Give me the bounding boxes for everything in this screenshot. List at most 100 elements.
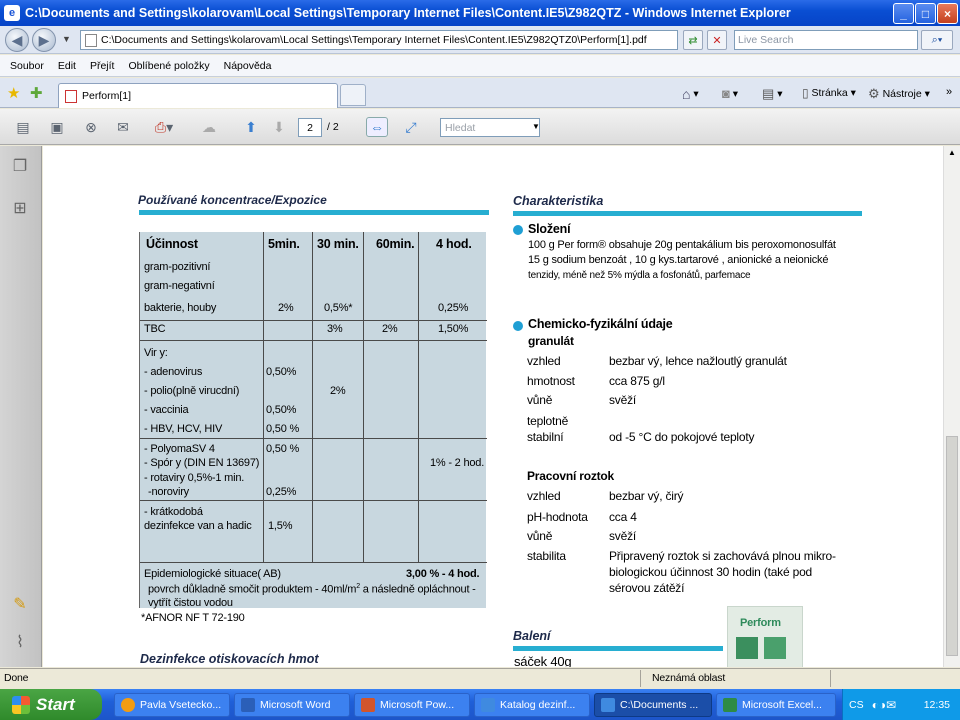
pdf-email-button[interactable]: ✉ [112, 117, 134, 137]
windows-logo-icon [12, 695, 30, 714]
col-4hod: 4 hod. [436, 237, 472, 251]
history-dropdown-icon[interactable]: ▼ [62, 34, 71, 44]
powerpoint-icon [361, 698, 375, 712]
close-button[interactable]: × [937, 3, 958, 24]
forward-button[interactable]: ▶ [32, 28, 56, 52]
stop-icon: ✕ [712, 34, 722, 47]
ie-icon [601, 698, 615, 712]
pages-panel-icon[interactable]: ❐ [9, 156, 31, 176]
granulat-title: granulát [528, 334, 574, 348]
search-button[interactable]: ⌕▾ [921, 30, 953, 50]
task-excel[interactable]: Microsoft Excel... [716, 693, 836, 717]
tab-perform[interactable]: Perform[1] [58, 83, 338, 108]
ie-icon: e [4, 5, 20, 21]
cell-noroviry: -noroviry [148, 486, 189, 498]
scroll-thumb[interactable] [946, 436, 958, 656]
window-title: C:\Documents and Settings\kolarovam\Loca… [25, 6, 791, 20]
bookmarks-panel-icon[interactable]: ⊞ [9, 198, 31, 218]
task-word[interactable]: Microsoft Word [234, 693, 350, 717]
product-image: Perform [727, 606, 803, 667]
pdf-file-icon [85, 33, 97, 47]
language-indicator[interactable]: CS [849, 699, 864, 711]
pdf-search-input[interactable]: Hledat [440, 118, 540, 137]
pdf-find-button[interactable]: ⊗ [80, 117, 102, 137]
slozeni-line1: 100 g Per form® obsahuje 20g pentakálium… [528, 239, 836, 251]
security-zone: Neznámá oblast [652, 672, 726, 684]
task-katalog[interactable]: Katalog dezinf... [474, 693, 590, 717]
task-powerpoint[interactable]: Microsoft Pow... [354, 693, 470, 717]
firefox-icon [121, 698, 135, 712]
refresh-icon: ⇄ [688, 34, 698, 47]
left-heading-bar [139, 210, 489, 215]
attachments-panel-icon[interactable]: ⌇ [9, 632, 31, 652]
home-button[interactable]: ⌂ ▾ [682, 86, 699, 102]
cell-tbc: TBC [144, 323, 166, 335]
pdf-export-button[interactable]: ⎙ ▾ [146, 117, 182, 137]
tray-icons[interactable]: ◐◑✉ [872, 698, 897, 712]
task-documents-active[interactable]: C:\Documents ... [594, 693, 712, 717]
prev-page-button[interactable]: ⬆ [240, 117, 262, 137]
next-page-button[interactable]: ⬇ [268, 117, 290, 137]
address-bar[interactable]: C:\Documents and Settings\kolarovam\Loca… [80, 30, 678, 50]
ie-icon [481, 698, 495, 712]
word-icon [241, 698, 255, 712]
printer-icon: ▤ [16, 118, 30, 135]
menu-oblibene[interactable]: Oblíbené položky [128, 60, 209, 72]
cell-adenovirus-5min: 0,50% [266, 366, 297, 378]
tools-menu[interactable]: ⚙ Nástroje ▾ [868, 86, 930, 102]
page-number-input[interactable]: 2 [298, 118, 322, 137]
vertical-scrollbar[interactable]: ▲ [943, 146, 960, 667]
pdf-annot-button[interactable]: ☁ [198, 117, 220, 137]
feeds-button[interactable]: ◙ ▾ [722, 86, 738, 101]
pdf-print-button[interactable]: ▤ [12, 117, 34, 137]
toolbar-overflow-icon[interactable]: » [946, 86, 952, 98]
cell-epi-value: 3,00 % - 4 hod. [406, 568, 480, 580]
fit-width-button[interactable]: ⇔ [366, 117, 388, 137]
cell-hbv-5min: 0,50 % [266, 423, 300, 435]
menu-edit[interactable]: Edit [58, 60, 76, 72]
bottom-heading: Dezinfekce otiskovacích hmot [140, 652, 319, 666]
tab-row: ★ ✚ Perform[1] ⌂ ▾ ◙ ▾ ▤ ▾ ▯ Stránka ▾ ⚙… [0, 78, 960, 108]
cell-spory-4hod: 1% - 2 hod. [430, 457, 485, 469]
gear-icon: ⚙ [868, 86, 880, 101]
p-stabilita-line2: biologickou účinnost 30 hodin (také pod [609, 565, 813, 579]
arrow-up-icon: ⬆ [245, 118, 257, 135]
cell-bakterie: bakterie, houby [144, 302, 217, 314]
stop-button[interactable]: ✕ [707, 30, 727, 50]
new-tab-button[interactable] [340, 84, 366, 106]
pdf-save-button[interactable]: ▣ [46, 117, 68, 137]
cell-spory: - Spór y (DIN EN 13697) [144, 457, 260, 469]
scroll-up-icon[interactable]: ▲ [948, 148, 956, 157]
menu-bar: Soubor Edit Přejít Oblíbené položky Nápo… [0, 55, 960, 77]
minimize-button[interactable]: _ [893, 3, 914, 24]
favorites-star-icon[interactable]: ★ [7, 84, 20, 102]
add-favorite-icon[interactable]: ✚ [30, 84, 43, 102]
menu-soubor[interactable]: Soubor [10, 60, 44, 72]
cell-hbv: - HBV, HCV, HIV [144, 423, 223, 435]
menu-prejit[interactable]: Přejít [90, 60, 115, 72]
g-vzhled-value: bezbar vý, lehce nažloutlý granulát [609, 354, 787, 368]
comments-panel-icon[interactable]: ✎ [9, 594, 31, 614]
page-menu[interactable]: ▯ Stránka ▾ [802, 86, 856, 100]
search-input[interactable]: Live Search [734, 30, 918, 50]
g-vzhled-label: vzhled [527, 354, 561, 368]
cell-rotaviry: - rotaviry 0,5%-1 min. [144, 472, 245, 484]
refresh-button[interactable]: ⇄ [683, 30, 703, 50]
cell-polyoma: - PolyomaSV 4 [144, 443, 215, 455]
g-stabilni-value: od -5 °C do pokojové teploty [609, 430, 755, 444]
task-pavla[interactable]: Pavla Vsetecko... [114, 693, 230, 717]
p-vzhled-value: bezbar vý, čirý [609, 489, 684, 503]
cell-tbc-30min: 3% [327, 323, 343, 335]
arrow-down-icon: ⬇ [273, 118, 285, 135]
maximize-button[interactable]: □ [915, 3, 936, 24]
find-dropdown-icon[interactable]: ▼ [532, 122, 540, 131]
cell-vaccinia: - vaccinia [144, 404, 189, 416]
print-button[interactable]: ▤ ▾ [762, 86, 783, 102]
start-button[interactable]: Start [0, 689, 102, 720]
left-heading: Používané koncentrace/Expozice [138, 193, 327, 207]
cell-polio-30min: 2% [330, 385, 346, 397]
fit-page-button[interactable]: ⤢ [400, 117, 422, 137]
menu-napoveda[interactable]: Nápověda [224, 60, 272, 72]
back-button[interactable]: ◀ [5, 28, 29, 52]
cell-vaccinia-5min: 0,50% [266, 404, 297, 416]
